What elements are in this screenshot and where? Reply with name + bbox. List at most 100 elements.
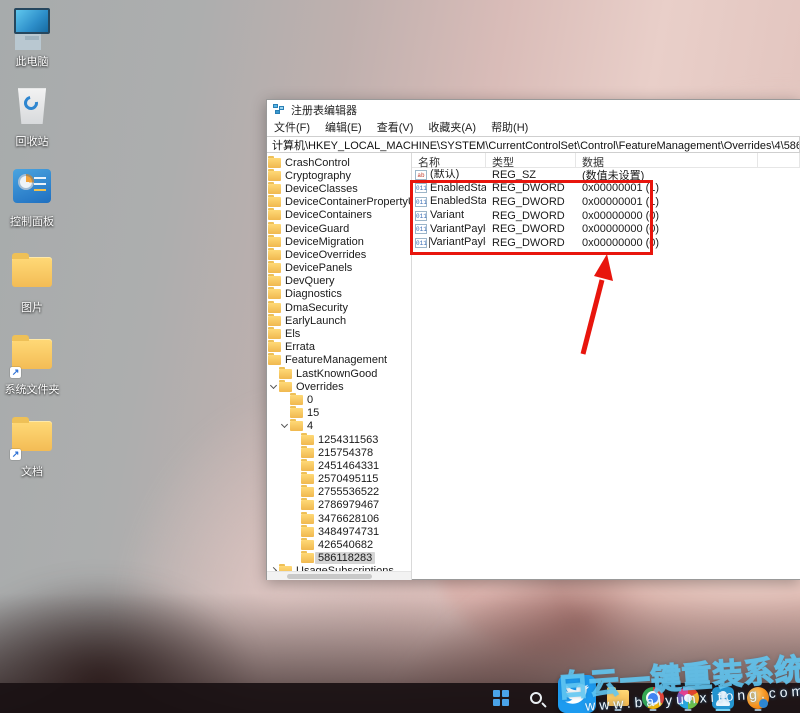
tree-item[interactable]: 4 bbox=[267, 420, 411, 433]
recycle-icon bbox=[18, 86, 46, 124]
tree-item-label: DeviceContainers bbox=[282, 209, 375, 221]
taskbar-people-button[interactable] bbox=[710, 685, 736, 711]
folder-icon bbox=[279, 382, 292, 392]
chevron-icon[interactable] bbox=[291, 527, 301, 537]
folder-icon bbox=[268, 184, 281, 194]
horizontal-scrollbar[interactable] bbox=[267, 571, 411, 580]
chevron-icon[interactable] bbox=[291, 474, 301, 484]
desktop-icon-pc[interactable]: 此电脑 bbox=[4, 6, 60, 68]
tree-item[interactable]: DevicePanels bbox=[267, 262, 411, 275]
desktop-icon-label: 图片 bbox=[4, 302, 60, 314]
menu-item[interactable]: 编辑(E) bbox=[325, 119, 362, 135]
chevron-icon[interactable] bbox=[291, 487, 301, 497]
tree-item[interactable]: 2786979467 bbox=[267, 499, 411, 512]
taskbar-explorer-button[interactable] bbox=[605, 685, 631, 711]
tree-item[interactable]: Diagnostics bbox=[267, 288, 411, 301]
tree-item[interactable]: DeviceGuard bbox=[267, 222, 411, 235]
tree-item[interactable]: DeviceClasses bbox=[267, 182, 411, 195]
desktop-icon-control[interactable]: 控制面板 bbox=[4, 166, 60, 228]
menu-item[interactable]: 查看(V) bbox=[377, 119, 414, 135]
taskbar-start-button[interactable] bbox=[488, 685, 514, 711]
tree-item-label: DeviceMigration bbox=[282, 236, 367, 248]
chevron-icon[interactable] bbox=[291, 448, 301, 458]
folder-icon bbox=[301, 448, 314, 458]
tree-item[interactable]: LastKnownGood bbox=[267, 367, 411, 380]
chevron-icon[interactable] bbox=[291, 435, 301, 445]
chevron-icon[interactable] bbox=[291, 514, 301, 524]
chevron-icon[interactable] bbox=[280, 421, 290, 431]
taskbar-chrome-button[interactable] bbox=[640, 685, 666, 711]
address-bar[interactable]: 计算机\HKEY_LOCAL_MACHINE\SYSTEM\CurrentCon… bbox=[267, 136, 800, 153]
desktop-icon-recycle[interactable]: 回收站 bbox=[4, 86, 60, 148]
chevron-icon[interactable] bbox=[269, 369, 279, 379]
chevron-icon[interactable] bbox=[291, 540, 301, 550]
column-header[interactable]: 数据 bbox=[576, 153, 758, 167]
column-header[interactable]: 名称 bbox=[412, 153, 486, 167]
folder-icon bbox=[290, 408, 303, 418]
tree-item[interactable]: EarlyLaunch bbox=[267, 314, 411, 327]
menu-item[interactable]: 文件(F) bbox=[274, 119, 310, 135]
menu-item[interactable]: 帮助(H) bbox=[491, 119, 528, 135]
tree-item[interactable]: DeviceContainers bbox=[267, 209, 411, 222]
menu-item[interactable]: 收藏夹(A) bbox=[428, 119, 476, 135]
tree-item[interactable]: CrashControl bbox=[267, 156, 411, 169]
folder-icon bbox=[301, 527, 314, 537]
tree-item-label: EarlyLaunch bbox=[282, 315, 349, 327]
taskbar-twitter-button[interactable] bbox=[558, 675, 596, 713]
tree-item[interactable]: 215754378 bbox=[267, 446, 411, 459]
taskbar-search-button[interactable] bbox=[523, 685, 549, 711]
tree-item[interactable]: Cryptography bbox=[267, 169, 411, 182]
tree-item[interactable]: 15 bbox=[267, 407, 411, 420]
chevron-icon[interactable] bbox=[291, 461, 301, 471]
tree-item[interactable]: 2570495115 bbox=[267, 473, 411, 486]
tree-item-label: DevicePanels bbox=[282, 262, 355, 274]
open-app-indicator bbox=[650, 709, 657, 711]
folder-icon bbox=[268, 355, 281, 365]
column-header[interactable]: 类型 bbox=[486, 153, 576, 167]
chevron-icon[interactable] bbox=[291, 553, 301, 563]
chevron-icon[interactable] bbox=[269, 382, 279, 392]
tree-item[interactable]: DeviceMigration bbox=[267, 235, 411, 248]
values-header-row: 名称类型数据 bbox=[412, 153, 800, 168]
folder-icon bbox=[268, 171, 281, 181]
desktop-icon-folder[interactable]: ↗ 系统文件夹 bbox=[4, 334, 60, 396]
folder-icon bbox=[301, 435, 314, 445]
tree-item[interactable]: DeviceContainerPropertyUpda bbox=[267, 196, 411, 209]
tree-item[interactable]: 3484974731 bbox=[267, 525, 411, 538]
recycle-arrows-icon bbox=[21, 93, 40, 112]
tree-item[interactable]: DevQuery bbox=[267, 275, 411, 288]
tree-item[interactable]: 586118283 bbox=[267, 552, 411, 565]
shortcut-arrow-icon: ↗ bbox=[10, 449, 21, 460]
tree-item[interactable]: 3476628106 bbox=[267, 512, 411, 525]
desktop-icon-folder[interactable]: 图片 bbox=[4, 252, 60, 314]
folder-icon bbox=[290, 395, 303, 405]
tree-item[interactable]: 1254311563 bbox=[267, 433, 411, 446]
tree-item-label: DeviceContainerPropertyUpda bbox=[282, 196, 412, 208]
taskbar-sphere-button[interactable] bbox=[745, 685, 771, 711]
chevron-icon[interactable] bbox=[280, 408, 290, 418]
tree-item[interactable]: DeviceOverrides bbox=[267, 248, 411, 261]
registry-tree-pane[interactable]: CrashControl Cryptography DeviceClasses … bbox=[267, 153, 412, 580]
desktop-icon-folder[interactable]: ↗ 文档 bbox=[4, 416, 60, 478]
tree-item[interactable]: DmaSecurity bbox=[267, 301, 411, 314]
tree-item[interactable]: 0 bbox=[267, 393, 411, 406]
registry-editor-window[interactable]: 注册表编辑器 文件(F) 编辑(E) 查看(V) 收藏夹(A) 帮助(H) 计算机\HK… bbox=[266, 99, 800, 580]
window-titlebar[interactable]: 注册表编辑器 bbox=[267, 100, 800, 119]
tree-item[interactable]: Els bbox=[267, 327, 411, 340]
desktop-icon-art: ↗ bbox=[10, 416, 54, 458]
scrollbar-thumb[interactable] bbox=[287, 574, 372, 579]
chevron-icon[interactable] bbox=[280, 395, 290, 405]
taskbar-pinwheel-button[interactable] bbox=[675, 685, 701, 711]
tree-item[interactable]: 426540682 bbox=[267, 538, 411, 551]
tree-item[interactable]: 2451464331 bbox=[267, 459, 411, 472]
chevron-icon[interactable] bbox=[291, 500, 301, 510]
taskbar[interactable] bbox=[0, 683, 800, 713]
tree-item[interactable]: FeatureManagement bbox=[267, 354, 411, 367]
tree-item[interactable]: Errata bbox=[267, 341, 411, 354]
tree-item[interactable]: Overrides bbox=[267, 380, 411, 393]
menu-bar: 文件(F) 编辑(E) 查看(V) 收藏夹(A) 帮助(H) bbox=[267, 119, 800, 135]
folder-icon bbox=[268, 197, 281, 207]
desktop-icon-label: 控制面板 bbox=[4, 216, 60, 228]
tree-item[interactable]: 2755536522 bbox=[267, 486, 411, 499]
tree-item-label: Diagnostics bbox=[282, 288, 345, 300]
